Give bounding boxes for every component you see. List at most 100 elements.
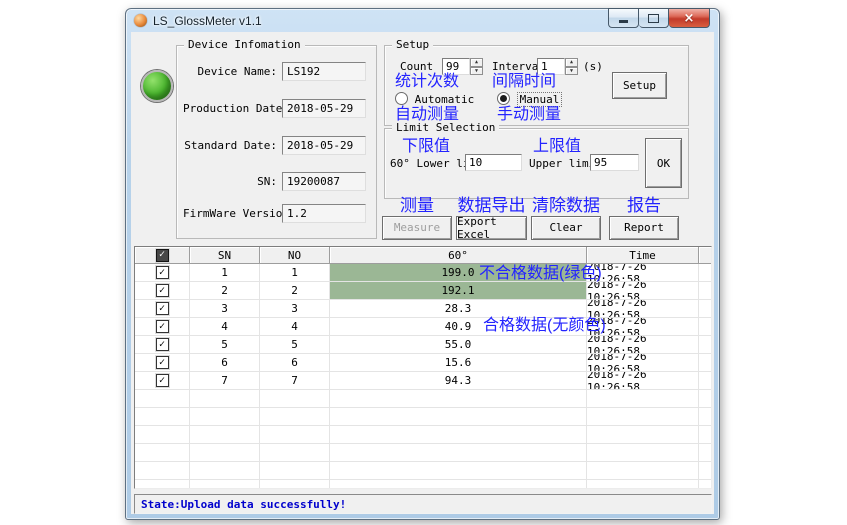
sn-field[interactable] [282,172,366,191]
report-cn-annotation: 报告 [627,197,661,216]
table-row: ✓22192.12018-7-26 10:26:58 [135,282,711,300]
table-row: ✓7794.32018-7-26 10:26:58 [135,372,711,390]
lower-limit-input[interactable] [465,154,522,171]
row-checkbox[interactable]: ✓ [156,284,169,297]
row-checkbox[interactable]: ✓ [156,320,169,333]
clear-cn-annotation: 清除数据 [532,197,600,216]
maximize-icon [648,14,659,23]
table-row: ✓3328.32018-7-26 10:26:58 [135,300,711,318]
bad-data-annotation: 不合格数据(绿色) [479,265,602,283]
count-spinner[interactable]: ▲ ▼ [470,58,483,75]
firmware-row: FirmWare Version: [183,204,371,223]
spin-down-icon[interactable]: ▼ [565,67,578,76]
close-icon: × [684,12,695,25]
automatic-radio[interactable]: Automatic [395,92,474,106]
setup-button[interactable]: Setup [612,72,667,99]
export-action: 数据导出 Export Excel [456,197,527,240]
connection-status-led [141,70,173,102]
firmware-label: FirmWare Version: [183,207,277,220]
clear-action: 清除数据 Clear [531,197,601,240]
report-button[interactable]: Report [609,216,679,240]
sn-row: SN: [183,172,371,191]
window-controls: × [608,8,710,28]
count-label: Count [400,60,433,73]
upper-limit-cn-annotation: 上限值 [533,138,581,156]
limit-selection-title: Limit Selection [392,121,499,134]
upper-limit-input[interactable] [590,154,639,171]
sn-column-header[interactable]: SN [190,247,260,264]
empty-table-row [135,444,711,462]
clear-button[interactable]: Clear [531,216,601,240]
empty-table-row [135,390,711,408]
status-bar: State:Upload data successfully! [134,494,712,514]
select-all-checkbox[interactable]: ✓ [156,249,169,262]
empty-table-row [135,426,711,444]
measure-cn-annotation: 测量 [400,197,434,216]
setup-title: Setup [392,38,433,51]
minimize-icon [619,20,628,23]
ok-button[interactable]: OK [645,138,682,188]
table-header-row: ✓ SN NO 60° Time [135,247,711,264]
device-name-row: Device Name: [183,62,371,81]
count-cn-annotation: 统计次数 [395,73,459,91]
filler-column-header [699,247,711,264]
production-date-field[interactable] [282,99,366,118]
interval-unit: (s) [583,60,603,73]
client-area: Device Infomation Device Name: Productio… [131,32,714,514]
no-column-header[interactable]: NO [260,247,330,264]
interval-spinner[interactable]: ▲ ▼ [565,58,578,75]
automatic-radio-icon[interactable] [395,92,408,105]
row-checkbox[interactable]: ✓ [156,356,169,369]
device-name-label: Device Name: [183,65,277,78]
firmware-field[interactable] [282,204,366,223]
row-checkbox[interactable]: ✓ [156,338,169,351]
spin-up-icon[interactable]: ▲ [565,58,578,67]
measure-button[interactable]: Measure [382,216,452,240]
automatic-label: Automatic [415,93,475,106]
manual-label: Manual [517,92,563,107]
limit-selection-group: Limit Selection 下限值 上限值 60° Lower limit … [384,128,689,199]
window-title: LS_GlossMeter v1.1 [153,14,262,28]
export-excel-button[interactable]: Export Excel [456,216,527,240]
table-row: ✓6615.62018-7-26 10:26:58 [135,354,711,372]
setup-group: Setup Count ▲ ▼ Interval ▲ ▼ (s) 统计次数 间隔… [384,45,689,126]
row-checkbox[interactable]: ✓ [156,302,169,315]
measurement-table: ✓ SN NO 60° Time ✓11199.02018-7-26 10:26… [134,246,712,489]
titlebar[interactable]: LS_GlossMeter v1.1 × [126,9,719,32]
gloss-column-header[interactable]: 60° [330,247,587,264]
app-window: LS_GlossMeter v1.1 × Device Infomation D… [125,8,720,520]
interval-cn-annotation: 间隔时间 [492,73,556,91]
standard-date-field[interactable] [282,136,366,155]
device-name-field[interactable] [282,62,366,81]
status-text: State:Upload data successfully! [141,498,346,511]
measure-action: 测量 Measure [382,197,452,240]
spin-down-icon[interactable]: ▼ [470,67,483,76]
table-row: ✓5555.02018-7-26 10:26:58 [135,336,711,354]
close-button[interactable]: × [669,8,710,28]
minimize-button[interactable] [608,8,639,28]
app-icon [134,14,147,27]
manual-cn-annotation: 手动测量 [497,106,561,124]
manual-radio-icon[interactable] [497,92,510,105]
row-checkbox[interactable]: ✓ [156,266,169,279]
empty-table-row [135,480,711,489]
table-body: ✓11199.02018-7-26 10:26:58✓22192.12018-7… [135,264,711,489]
production-date-row: Production Date: [183,99,371,118]
row-checkbox[interactable]: ✓ [156,374,169,387]
table-row: ✓11199.02018-7-26 10:26:58 [135,264,711,282]
maximize-button[interactable] [639,8,669,28]
device-info-title: Device Infomation [184,38,305,51]
time-column-header[interactable]: Time [587,247,699,264]
empty-table-row [135,462,711,480]
spin-up-icon[interactable]: ▲ [470,58,483,67]
export-cn-annotation: 数据导出 [458,197,526,216]
standard-date-label: Standard Date: [183,139,277,152]
lower-limit-cn-annotation: 下限值 [402,138,450,156]
table-row: ✓4440.92018-7-26 10:26:58 [135,318,711,336]
manual-radio[interactable]: Manual [497,92,562,106]
report-action: 报告 Report [609,197,679,240]
device-info-group: Device Infomation Device Name: Productio… [176,45,377,239]
production-date-label: Production Date: [183,102,277,115]
sn-label: SN: [183,175,277,188]
select-all-header[interactable]: ✓ [135,247,190,264]
